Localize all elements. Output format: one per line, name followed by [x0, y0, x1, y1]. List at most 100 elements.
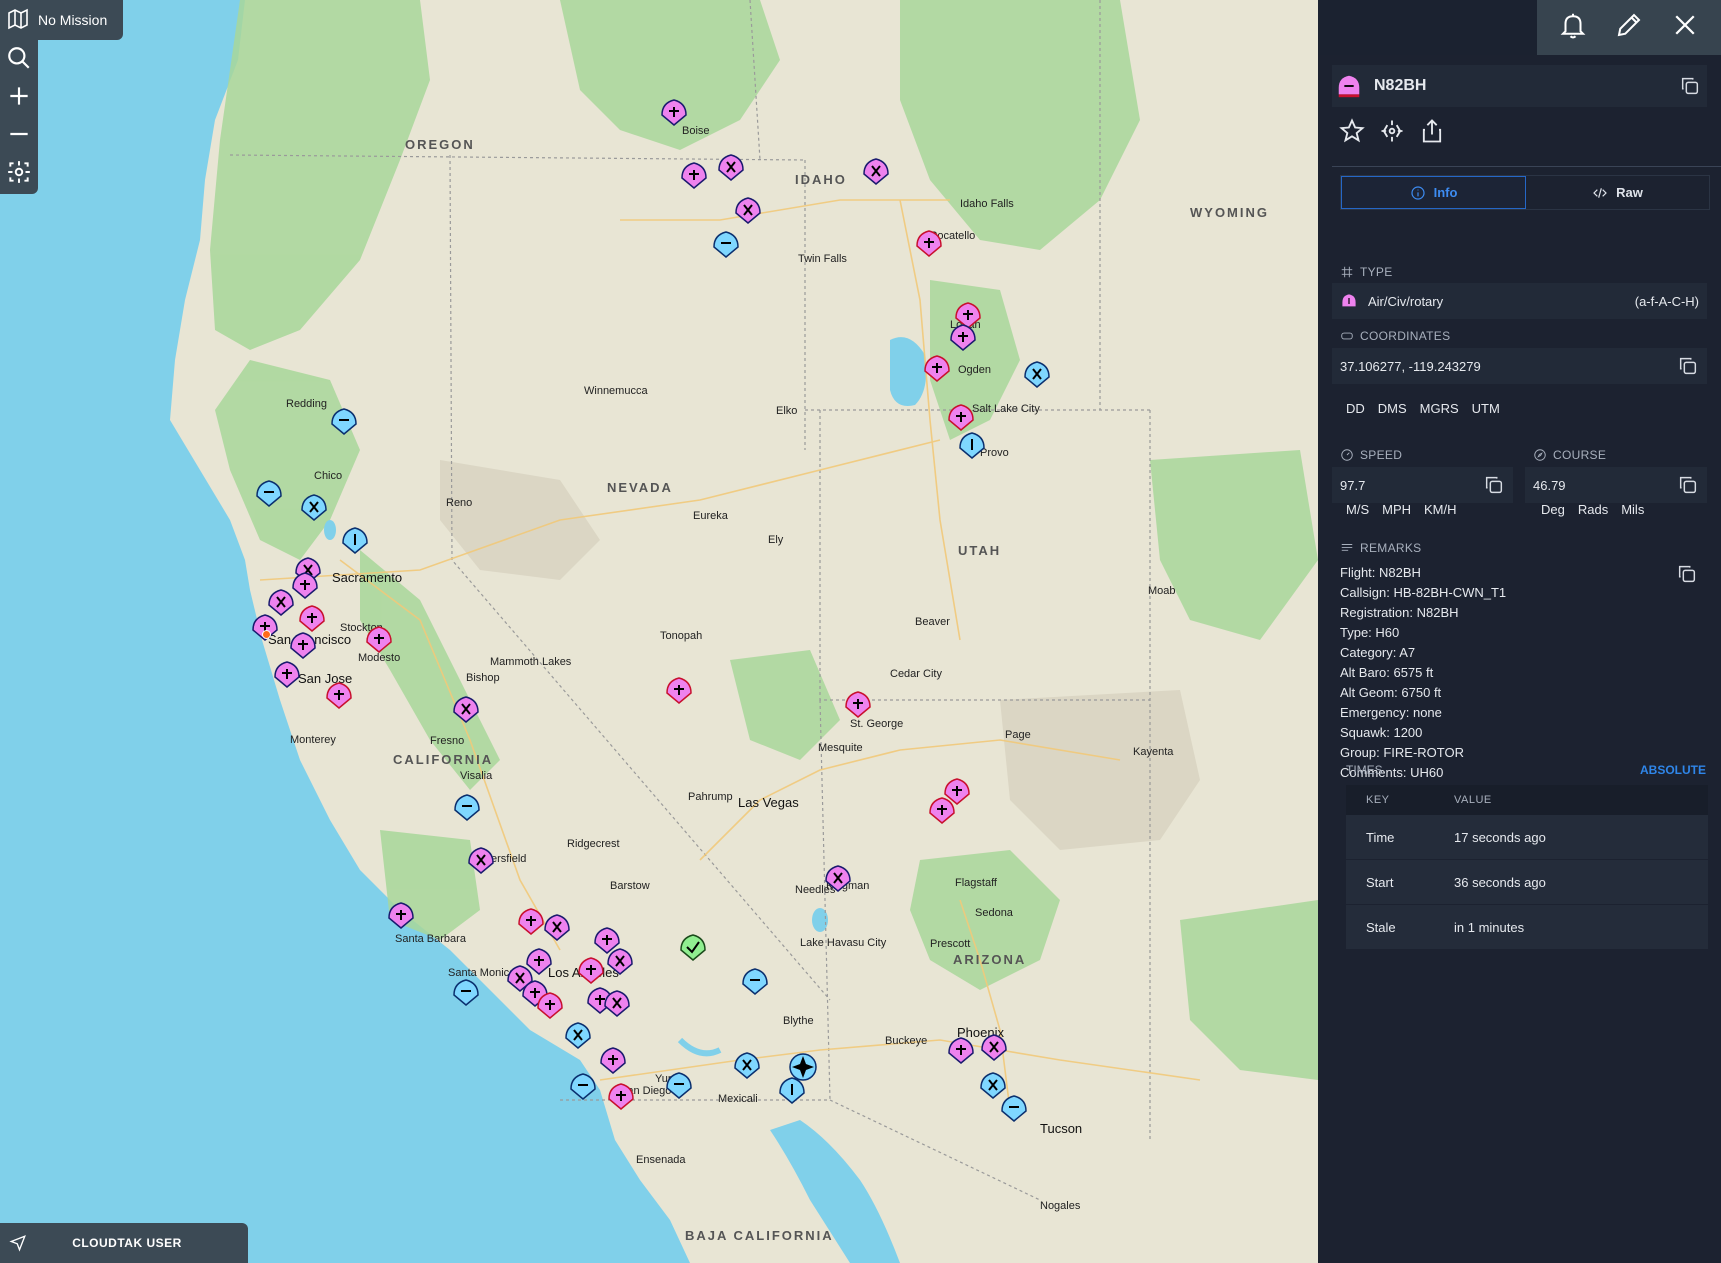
- aircraft-marker[interactable]: [288, 630, 318, 660]
- aircraft-marker[interactable]: [979, 1032, 1009, 1062]
- mission-button[interactable]: No Mission: [0, 0, 123, 40]
- close-button[interactable]: [1670, 10, 1700, 45]
- friendly-marker[interactable]: [999, 1093, 1029, 1123]
- notifications-button[interactable]: [1558, 10, 1588, 45]
- friendly-marker[interactable]: [568, 1071, 598, 1101]
- unit-kmh[interactable]: KM/H: [1424, 502, 1457, 517]
- aircraft-marker[interactable]: [823, 863, 853, 893]
- friendly-marker[interactable]: [1022, 359, 1052, 389]
- format-dms[interactable]: DMS: [1378, 401, 1407, 416]
- aircraft-marker[interactable]: [576, 955, 606, 985]
- friendly-marker[interactable]: [340, 525, 370, 555]
- gauge-icon: [1341, 449, 1353, 461]
- aircraft-marker[interactable]: [602, 988, 632, 1018]
- speed-unit-options: M/S MPH KM/H: [1346, 502, 1457, 517]
- aircraft-marker[interactable]: [324, 680, 354, 710]
- column-header-key: KEY: [1366, 794, 1390, 806]
- coordinates-field: 37.106277, -119.243279: [1332, 348, 1707, 384]
- aircraft-marker[interactable]: [659, 97, 689, 127]
- aircraft-marker[interactable]: [733, 195, 763, 225]
- favorite-button[interactable]: [1338, 117, 1366, 150]
- format-mgrs[interactable]: MGRS: [1420, 401, 1459, 416]
- aircraft-marker[interactable]: [914, 228, 944, 258]
- map-label-city: Barstow: [610, 880, 650, 892]
- friendly-marker[interactable]: [711, 229, 741, 259]
- friendly-marker[interactable]: [254, 478, 284, 508]
- aircraft-marker[interactable]: [297, 603, 327, 633]
- share-button[interactable]: [1418, 117, 1446, 150]
- friendly-marker[interactable]: [732, 1050, 762, 1080]
- aircraft-marker[interactable]: [542, 912, 572, 942]
- friendly-marker[interactable]: [563, 1020, 593, 1050]
- friendly-marker[interactable]: [451, 977, 481, 1007]
- friendly-marker[interactable]: [957, 430, 987, 460]
- unit-mph[interactable]: MPH: [1382, 502, 1411, 517]
- friendly-marker[interactable]: [452, 792, 482, 822]
- aircraft-marker[interactable]: [598, 1045, 628, 1075]
- map-label-city: Pahrump: [688, 791, 733, 803]
- unit-deg[interactable]: Deg: [1541, 502, 1565, 517]
- tab-raw[interactable]: Raw: [1526, 176, 1709, 209]
- friendly-marker[interactable]: [740, 966, 770, 996]
- neutral-marker[interactable]: [678, 932, 708, 962]
- edit-button[interactable]: [1614, 10, 1644, 45]
- aircraft-marker[interactable]: [946, 402, 976, 432]
- map-label-state: NEVADA: [607, 480, 673, 495]
- map-label-city: Bishop: [466, 672, 500, 684]
- aircraft-marker[interactable]: [927, 795, 957, 825]
- aircraft-marker[interactable]: [386, 900, 416, 930]
- aircraft-marker[interactable]: [535, 990, 565, 1020]
- unit-rads[interactable]: Rads: [1578, 502, 1608, 517]
- unit-ms[interactable]: M/S: [1346, 502, 1369, 517]
- friendly-marker[interactable]: [299, 492, 329, 522]
- aircraft-marker[interactable]: [843, 689, 873, 719]
- share-icon: [1422, 119, 1442, 143]
- aircraft-marker[interactable]: [946, 1035, 976, 1065]
- map-label-city: Nogales: [1040, 1200, 1081, 1212]
- map-icon: [6, 7, 30, 34]
- copy-remarks-button[interactable]: [1676, 563, 1698, 585]
- aircraft-marker[interactable]: [272, 659, 302, 689]
- locate-button[interactable]: [4, 158, 34, 186]
- aircraft-marker[interactable]: [364, 624, 394, 654]
- type-section-label: TYPE: [1340, 265, 1393, 279]
- copy-button[interactable]: [1679, 75, 1701, 97]
- copy-course-button[interactable]: [1677, 474, 1699, 496]
- search-button[interactable]: [4, 44, 34, 72]
- aircraft-marker[interactable]: [466, 845, 496, 875]
- aircraft-marker[interactable]: [679, 160, 709, 190]
- copy-icon: [1681, 77, 1699, 95]
- zoom-out-button[interactable]: [4, 120, 34, 148]
- aircraft-marker[interactable]: [922, 353, 952, 383]
- selected-target-marker[interactable]: [788, 1052, 818, 1082]
- friendly-marker[interactable]: [329, 406, 359, 436]
- aircraft-marker[interactable]: [605, 946, 635, 976]
- friendly-marker[interactable]: [664, 1070, 694, 1100]
- copy-coordinates-button[interactable]: [1677, 355, 1699, 377]
- copy-speed-button[interactable]: [1483, 474, 1505, 496]
- map-label-state: IDAHO: [795, 172, 847, 187]
- format-dd[interactable]: DD: [1346, 401, 1365, 416]
- map-label-city: Salt Lake City: [972, 403, 1040, 415]
- times-mode-toggle[interactable]: ABSOLUTE: [1640, 763, 1706, 777]
- course-field: 46.79: [1525, 467, 1707, 503]
- speed-field: 97.7: [1332, 467, 1513, 503]
- zoom-to-button[interactable]: [1378, 117, 1406, 150]
- grid-icon: [1341, 266, 1353, 278]
- aircraft-marker[interactable]: [716, 152, 746, 182]
- zoom-in-button[interactable]: [4, 82, 34, 110]
- user-bar[interactable]: CLOUDTAK USER: [0, 1223, 248, 1263]
- aircraft-marker[interactable]: [948, 322, 978, 352]
- map-label-city: Las Vegas: [738, 795, 799, 810]
- tab-info[interactable]: Info: [1341, 176, 1526, 209]
- aircraft-marker[interactable]: [861, 156, 891, 186]
- speed-label: SPEED: [1360, 448, 1403, 462]
- aircraft-marker[interactable]: [451, 694, 481, 724]
- times-table-header: KEY VALUE: [1346, 785, 1708, 815]
- format-utm[interactable]: UTM: [1472, 401, 1500, 416]
- map-toolbar: [0, 40, 38, 194]
- unit-mils[interactable]: Mils: [1621, 502, 1644, 517]
- aircraft-marker[interactable]: [664, 675, 694, 705]
- aircraft-marker[interactable]: [606, 1081, 636, 1111]
- map-view[interactable]: OREGON IDAHO WYOMING NEVADA UTAH CALIFOR…: [0, 0, 1318, 1263]
